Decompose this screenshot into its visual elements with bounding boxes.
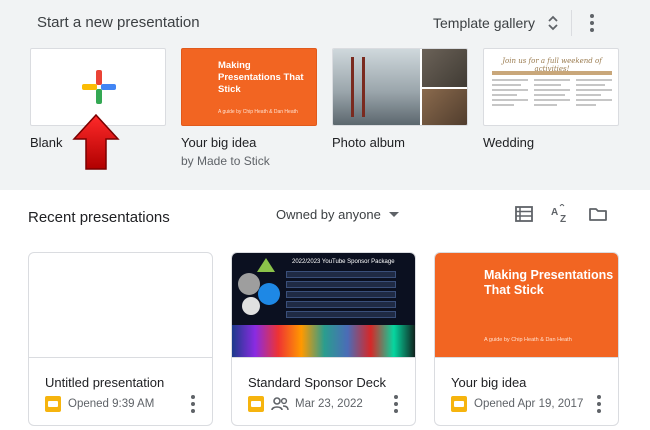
template-name: Your big idea [181,135,257,150]
template-name: Wedding [483,135,535,150]
more-vert-icon[interactable] [597,395,601,416]
slides-file-icon [451,396,467,412]
template-thumbnail[interactable]: Making Presentations That Stick A guide … [181,48,317,126]
thumbnail-banner [232,325,415,357]
folder-icon[interactable] [588,204,608,224]
slides-file-icon [45,396,61,412]
more-vert-icon[interactable] [191,395,195,416]
list-view-icon[interactable] [514,204,534,224]
template-your-big-idea[interactable]: Making Presentations That Stick A guide … [181,48,317,168]
card-title: Your big idea [451,375,527,390]
svg-text:A: A [551,207,558,218]
photo-top [422,49,467,87]
more-vert-icon[interactable] [590,14,594,35]
card-opened: Opened 9:39 AM [68,398,155,410]
plus-icon [82,70,116,104]
card-opened: Mar 23, 2022 [295,398,363,410]
slides-file-icon [248,396,264,412]
card-thumbnail[interactable]: 2022/2023 YouTube Sponsor Package [232,253,415,358]
thumbnail-author: A guide by Chip Heath & Dan Heath [484,337,572,343]
thumbnail-band [492,71,612,75]
template-thumbnail[interactable]: Join us for a full weekend of activities… [483,48,619,126]
recent-title: Recent presentations [28,209,170,226]
photo-bridge [333,49,420,125]
card-title: Untitled presentation [45,375,165,390]
template-gallery-label: Template gallery [433,15,535,31]
card-meta: Mar 23, 2022 [248,396,363,412]
sort-icon [547,14,559,32]
recent-card[interactable]: Making Presentations That Stick A guide … [434,252,619,426]
template-thumbnail[interactable] [332,48,468,126]
more-vert-icon[interactable] [394,395,398,416]
template-gallery-button[interactable]: Template gallery [433,14,559,32]
card-opened: Opened Apr 19, 2017 [474,398,584,410]
sort-az-icon[interactable]: AZ [550,203,570,225]
card-title: Standard Sponsor Deck [248,375,387,390]
card-thumbnail[interactable] [29,253,212,358]
template-wedding[interactable]: Join us for a full weekend of activities… [483,48,619,150]
thumbnail-title: 2022/2023 YouTube Sponsor Package [292,259,395,265]
thumbnail-title: Making Presentations That Stick [218,60,304,95]
template-photo-album[interactable]: Photo album [332,48,468,150]
chevron-down-icon [388,212,399,217]
thumbnail-title: Making Presentations That Stick [484,268,614,297]
recent-card[interactable]: Untitled presentation Opened 9:39 AM [28,252,213,426]
divider [571,10,572,36]
template-name: Photo album [332,135,405,150]
thumbnail-author: A guide by Chip Heath & Dan Heath [218,109,298,115]
section-title: Start a new presentation [37,14,200,31]
annotation-arrow-icon [72,113,120,170]
template-author: by Made to Stick [181,154,270,168]
owner-filter-label: Owned by anyone [276,207,381,222]
owner-filter-dropdown[interactable]: Owned by anyone [276,207,399,222]
card-meta: Opened 9:39 AM [45,396,154,412]
recent-card[interactable]: 2022/2023 YouTube Sponsor Package Standa… [231,252,416,426]
card-thumbnail[interactable]: Making Presentations That Stick A guide … [435,253,618,358]
template-gallery-section: Start a new presentation Template galler… [0,0,650,190]
svg-text:Z: Z [560,214,566,224]
people-icon [271,397,289,411]
photo-bottom [422,89,467,125]
card-meta: Opened Apr 19, 2017 [451,396,583,412]
